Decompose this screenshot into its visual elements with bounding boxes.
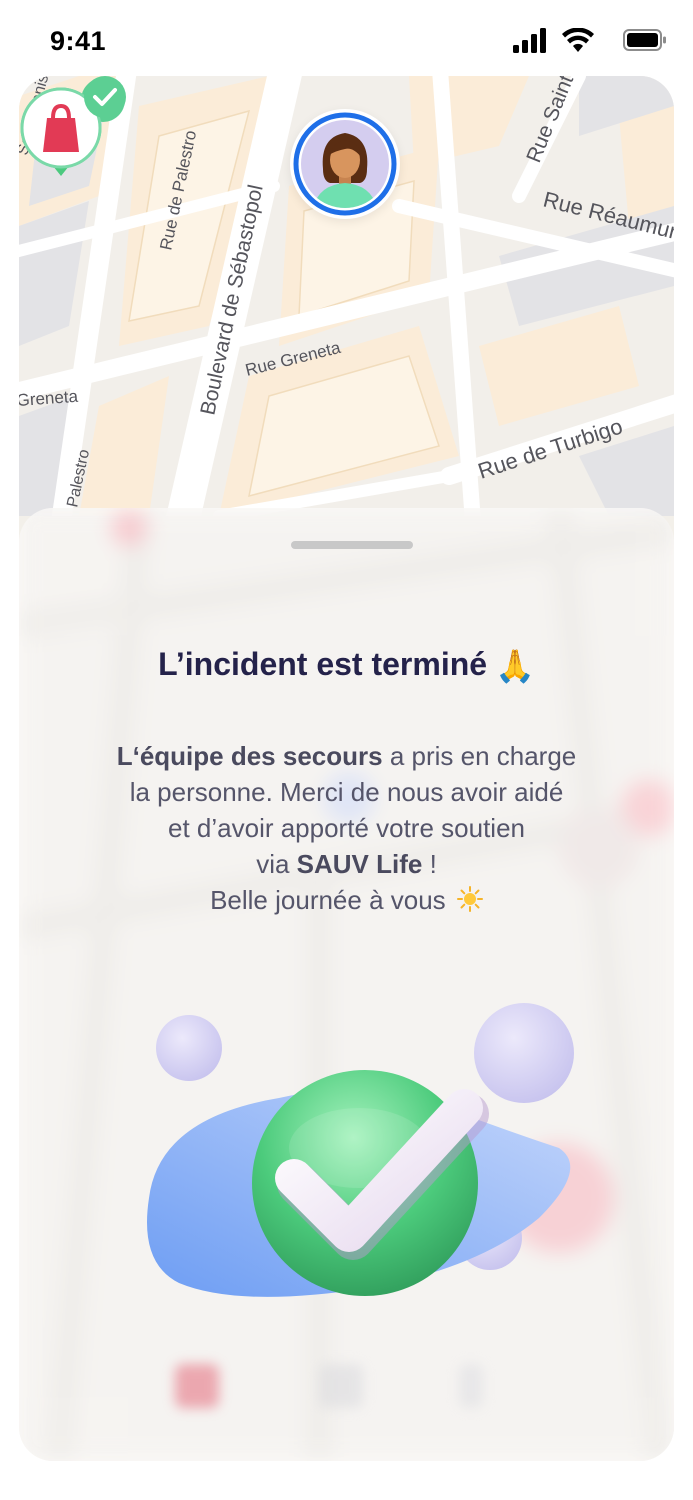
battery-icon (623, 29, 666, 51)
tab-item (137, 1356, 257, 1446)
message-line: via (256, 849, 297, 879)
person-avatar-icon (293, 112, 397, 216)
praying-hands-emoji: 🙏 (495, 648, 535, 684)
app-name-text: SAUV Life (296, 849, 423, 879)
signal-icon (513, 28, 546, 53)
tab-bar-background (19, 1338, 674, 1461)
status-time: 9:41 (50, 26, 107, 56)
tab-icon (459, 1364, 483, 1408)
sun-icon (456, 886, 483, 912)
status-icons (507, 28, 667, 54)
sheet-message: L‘équipe des secours a pris en charge la… (59, 738, 634, 918)
tab-icon (175, 1364, 219, 1408)
user-location-pin[interactable] (290, 109, 400, 219)
incident-ended-sheet: L’incident est terminé 🙏 L‘équipe des sec… (19, 508, 674, 1461)
status-bar: 9:41 (0, 0, 693, 80)
tab-icon (319, 1364, 363, 1408)
message-line: et d’avoir apporté votre soutien (168, 813, 525, 843)
message-line: a pris en charge (382, 741, 577, 771)
message-line: Belle journée à vous (210, 885, 446, 915)
success-illustration (119, 998, 589, 1318)
sheet-title: L’incident est terminé 🙏 (19, 646, 674, 685)
defibrillator-bag-icon[interactable] (19, 76, 129, 186)
message-line: ! (422, 849, 437, 879)
wifi-icon (562, 28, 594, 52)
drag-handle[interactable] (291, 541, 413, 549)
message-line: la personne. Merci de nous avoir aidé (129, 777, 564, 807)
rescue-team-text: L‘équipe des secours (116, 741, 383, 771)
title-text: L’incident est terminé (158, 646, 488, 682)
tab-item (411, 1356, 531, 1446)
check-circle-icon (147, 1003, 574, 1297)
tab-item (281, 1356, 401, 1446)
